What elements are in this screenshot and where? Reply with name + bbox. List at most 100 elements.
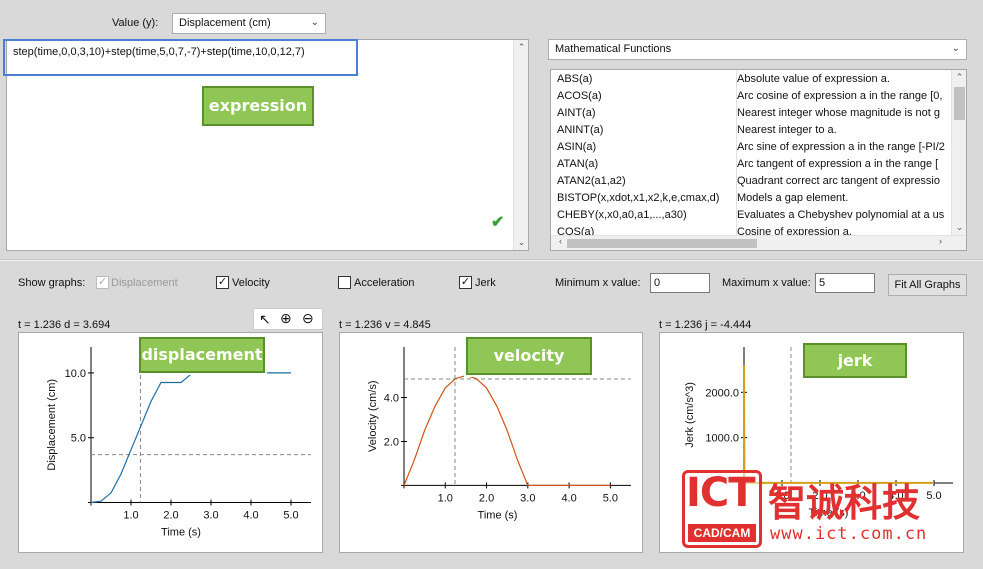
function-row[interactable]: ANINT(a) Nearest integer to a. — [551, 122, 951, 139]
acceleration-checkbox[interactable] — [338, 276, 351, 289]
function-description: Models a gap element. — [736, 190, 951, 207]
x-tick-label: 1.0 — [438, 492, 453, 504]
value-select-text: Displacement (cm) — [179, 17, 271, 29]
x-tick-label: 4.0 — [243, 510, 258, 522]
chevron-down-icon: ⌄ — [951, 43, 960, 54]
scroll-down-icon[interactable]: ⌄ — [514, 237, 529, 248]
x-tick-label: 5.0 — [283, 510, 298, 522]
function-row[interactable]: ACOS(a) Arc cosine of expression a in the… — [551, 88, 951, 105]
functions-select[interactable]: Mathematical Functions ⌄ — [548, 39, 967, 60]
function-name: ATAN(a) — [557, 158, 599, 170]
x-tick-label: 1.0 — [123, 510, 138, 522]
function-name: ASIN(a) — [557, 141, 597, 153]
value-label: Value (y): — [112, 17, 159, 29]
displacement-checkbox[interactable]: ✓ — [96, 276, 109, 289]
function-description: Arc tangent of expression a in the range… — [736, 156, 951, 173]
x-tick-label: 4.0 — [561, 492, 576, 504]
jerk-callout: jerk — [803, 343, 907, 378]
function-description: Evaluates a Chebyshev polynomial at a us — [736, 207, 951, 224]
zoom-in-icon[interactable]: ⊕ — [280, 310, 292, 327]
watermark-logo: ICT CAD/CAM 智诚科技 www.ict.com.cn — [678, 470, 983, 569]
function-row[interactable]: ABS(a) Absolute value of expression a. — [551, 71, 951, 88]
function-name: CHEBY(x,x0,a0,a1,...,a30) — [557, 209, 687, 221]
x-axis-label: Time (s) — [161, 527, 201, 539]
show-graphs-label: Show graphs: — [18, 277, 86, 289]
function-row[interactable]: AINT(a) Nearest integer whose magnitude i… — [551, 105, 951, 122]
jerk-readout: t = 1.236 j = -4.444 — [659, 319, 752, 331]
watermark-url: www.ict.com.cn — [770, 524, 928, 544]
watermark-cn: 智诚科技 — [768, 481, 921, 525]
y-tick-label: 2.0 — [384, 436, 399, 448]
function-row[interactable]: BISTOP(x,xdot,x1,x2,k,e,cmax,d) Models a … — [551, 190, 951, 207]
y-tick-label: 4.0 — [384, 393, 399, 405]
function-description: Arc cosine of expression a in the range … — [736, 88, 951, 105]
x-tick-label: 3.0 — [520, 492, 535, 504]
min-x-input[interactable]: 0 — [650, 273, 710, 293]
y-tick-label: 1000.0 — [705, 433, 739, 445]
function-row[interactable]: CHEBY(x,x0,a0,a1,...,a30) Evaluates a Che… — [551, 207, 951, 224]
velocity-readout: t = 1.236 v = 4.845 — [339, 319, 431, 331]
x-tick-label: 2.0 — [479, 492, 494, 504]
acceleration-checkbox-label: Acceleration — [354, 277, 415, 289]
function-description: Nearest integer to a. — [736, 122, 951, 139]
fit-all-graphs-button[interactable]: Fit All Graphs — [888, 274, 967, 296]
scroll-up-icon[interactable]: ⌃ — [514, 42, 529, 53]
function-description: Arc sine of expression a in the range [-… — [736, 139, 951, 156]
function-name: BISTOP(x,xdot,x1,x2,k,e,cmax,d) — [557, 192, 720, 204]
jerk-checkbox[interactable]: ✓ — [459, 276, 472, 289]
valid-check-icon: ✔ — [491, 214, 505, 231]
scroll-right-icon[interactable]: › — [933, 236, 948, 246]
chevron-down-icon: ⌄ — [310, 17, 319, 28]
expression-scrollbar[interactable]: ⌃ ⌄ — [513, 40, 528, 250]
function-row[interactable]: ATAN2(a1,a2) Quadrant correct arc tangent… — [551, 173, 951, 190]
divider — [0, 259, 983, 261]
function-description: Nearest integer whose magnitude is not g — [736, 105, 951, 122]
max-x-label: Maximum x value: — [722, 277, 811, 289]
function-description: Quadrant correct arc tangent of expressi… — [736, 173, 951, 190]
y-tick-label: 5.0 — [71, 433, 86, 445]
expression-callout: expression — [202, 86, 314, 126]
watermark-brand: ICT — [686, 470, 756, 516]
y-tick-label: 10.0 — [65, 368, 86, 380]
jerk-checkbox-label: Jerk — [475, 277, 496, 289]
y-axis-label: Jerk (cm/s^3) — [684, 382, 696, 448]
y-axis-label: Displacement (cm) — [46, 379, 58, 471]
zoom-out-icon[interactable]: ⊖ — [302, 310, 314, 327]
function-name: ACOS(a) — [557, 90, 602, 102]
scroll-thumb-h[interactable] — [567, 239, 757, 248]
min-x-label: Minimum x value: — [555, 277, 641, 289]
value-select[interactable]: Displacement (cm) ⌄ — [172, 13, 326, 34]
function-name: ATAN2(a1,a2) — [557, 175, 626, 187]
max-x-input[interactable]: 5 — [815, 273, 875, 293]
series-line — [90, 372, 291, 504]
velocity-callout: velocity — [466, 337, 592, 375]
functions-table: ABS(a) Absolute value of expression a. ACO… — [550, 69, 967, 251]
functions-scrollbar-v[interactable]: ⌃ ⌄ — [951, 70, 966, 235]
functions-scrollbar-h[interactable]: ‹ › — [551, 235, 966, 250]
expression-highlight — [3, 39, 358, 76]
x-tick-label: 5.0 — [603, 492, 618, 504]
displacement-callout: displacement — [139, 337, 265, 373]
function-row[interactable]: ASIN(a) Arc sine of expression a in the r… — [551, 139, 951, 156]
scroll-thumb[interactable] — [954, 87, 965, 120]
series-line — [743, 365, 934, 484]
velocity-checkbox-label: Velocity — [232, 277, 270, 289]
function-row[interactable]: ATAN(a) Arc tangent of expression a in th… — [551, 156, 951, 173]
graph-toolbar: ↖ ⊕ ⊖ — [253, 308, 323, 330]
function-description: Absolute value of expression a. — [736, 71, 951, 88]
function-name: AINT(a) — [557, 107, 596, 119]
displacement-checkbox-label: Displacement — [111, 277, 178, 289]
function-name: ANINT(a) — [557, 124, 604, 136]
series-line — [403, 374, 611, 486]
x-tick-label: 3.0 — [203, 510, 218, 522]
displacement-readout: t = 1.236 d = 3.694 — [18, 319, 111, 331]
cursor-arrow-icon[interactable]: ↖ — [259, 311, 271, 328]
functions-select-text: Mathematical Functions — [555, 43, 672, 55]
velocity-checkbox[interactable]: ✓ — [216, 276, 229, 289]
function-name: ABS(a) — [557, 73, 593, 85]
watermark-sub: CAD/CAM — [688, 524, 756, 542]
scroll-left-icon[interactable]: ‹ — [553, 236, 568, 246]
x-tick-label: 2.0 — [163, 510, 178, 522]
scroll-down-icon[interactable]: ⌄ — [952, 222, 966, 233]
scroll-up-icon[interactable]: ⌃ — [952, 72, 966, 83]
